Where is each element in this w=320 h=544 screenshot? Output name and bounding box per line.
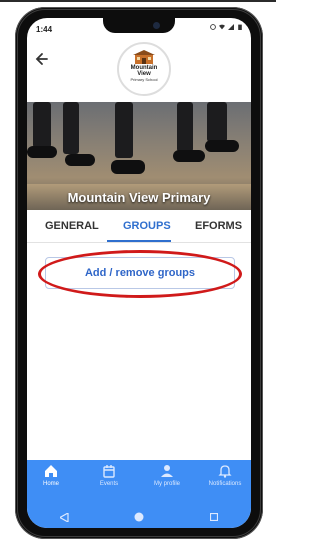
tab-groups[interactable]: GROUPS (123, 220, 171, 232)
banner-photo-shoe (111, 160, 145, 174)
signal-icon (228, 24, 234, 30)
banner-photo-shoe (27, 146, 57, 158)
groups-content: Add / remove groups (27, 243, 251, 460)
nav-item-home[interactable]: Home (29, 464, 73, 504)
banner-photo-leg (177, 102, 193, 152)
nav-label: My profile (153, 481, 180, 487)
highlight-circle (38, 250, 242, 298)
banner-photo-shoe (205, 140, 239, 152)
nav-item-my-profile[interactable]: My profile (145, 464, 189, 504)
school-name-title: Mountain View Primary (67, 190, 211, 205)
bottom-navigation: Home Events My profile Notifications (27, 460, 251, 506)
camera-notch (103, 18, 175, 33)
status-time: 1:44 (36, 25, 53, 34)
battery-icon (238, 24, 242, 30)
system-navigation-bar (27, 506, 251, 528)
banner-photo-leg (63, 102, 79, 154)
nav-label: Home (42, 481, 59, 487)
nav-label: Events (99, 481, 119, 487)
banner-photo-leg (115, 102, 133, 158)
school-banner: Mountain View Primary (27, 102, 251, 210)
phone-screen: 1:44 Mountain View Primary Mountain View… (27, 18, 251, 528)
back-triangle-icon[interactable] (59, 512, 69, 522)
banner-photo-leg (207, 102, 227, 142)
banner-photo-shoe (173, 150, 205, 162)
banner-photo-shoe (65, 154, 95, 166)
active-tab-indicator (107, 240, 171, 242)
banner-photo-leg (33, 102, 51, 148)
person-icon (161, 465, 173, 477)
logo-text-line3: Primary School (130, 77, 158, 82)
tab-eforms[interactable]: EFORMS (195, 220, 242, 232)
home-circle-icon[interactable] (134, 512, 144, 522)
wifi-icon (219, 24, 225, 30)
home-icon (45, 465, 57, 477)
nav-item-notifications[interactable]: Notifications (203, 464, 247, 504)
top-border-line (0, 0, 276, 2)
back-arrow-icon[interactable] (35, 52, 49, 66)
calendar-icon (103, 465, 115, 478)
nav-item-events[interactable]: Events (87, 464, 131, 504)
recents-square-icon[interactable] (210, 513, 219, 521)
nav-label: Notifications (208, 481, 242, 487)
school-building-icon (133, 50, 155, 64)
phone-frame: 1:44 Mountain View Primary Mountain View… (15, 7, 263, 539)
status-icons (210, 24, 243, 30)
camera-icon (153, 22, 160, 29)
tab-bar: GENERAL GROUPS EFORMS (27, 210, 251, 243)
tab-general[interactable]: GENERAL (45, 220, 99, 232)
alarm-icon (210, 24, 216, 30)
bell-icon (218, 465, 232, 478)
school-logo: Mountain View Primary School (117, 42, 171, 96)
